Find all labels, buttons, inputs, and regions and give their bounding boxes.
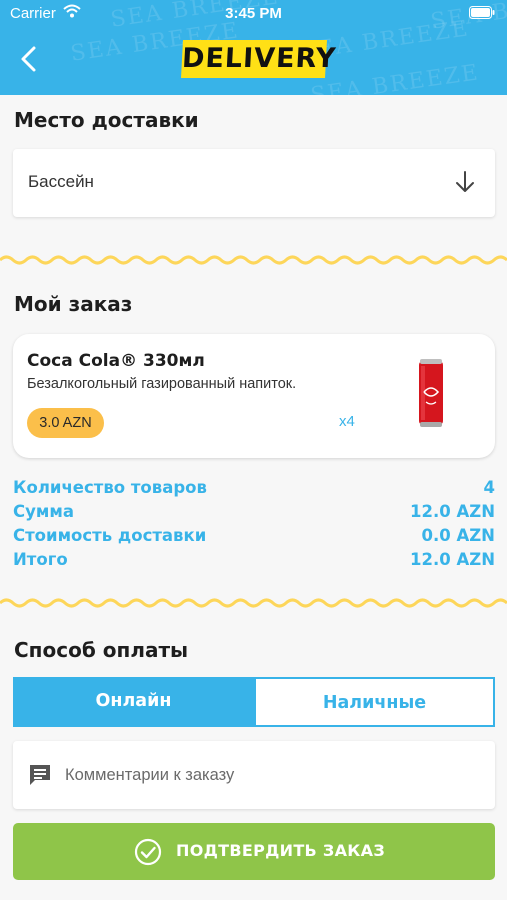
- arrow-down-icon: [456, 171, 474, 192]
- check-circle-icon: [134, 838, 162, 866]
- summary-value: 12.0 AZN: [410, 550, 495, 569]
- delivery-logo: DELIVERY: [181, 40, 337, 78]
- delivery-place-select[interactable]: Бассейн: [13, 149, 495, 217]
- confirm-order-button[interactable]: ПОДТВЕРДИТЬ ЗАКАЗ: [13, 823, 495, 880]
- product-name: Coca Cola® 330мл: [27, 351, 205, 371]
- quantity-label: x4: [339, 413, 355, 430]
- product-description: Безалкогольный газированный напиток.: [27, 376, 297, 392]
- summary-label: Итого: [13, 550, 68, 569]
- comment-field[interactable]: [13, 741, 495, 809]
- tab-online[interactable]: Онлайн: [13, 677, 254, 727]
- summary-value: 4: [483, 478, 495, 497]
- confirm-order-label: ПОДТВЕРДИТЬ ЗАКАЗ: [176, 841, 386, 860]
- delivery-place-title: Место доставки: [14, 108, 199, 132]
- summary-label: Сумма: [13, 502, 74, 521]
- comment-input[interactable]: [65, 758, 475, 792]
- summary-value: 0.0 AZN: [421, 526, 495, 545]
- tab-cash[interactable]: Наличные: [254, 677, 495, 727]
- battery-icon: [469, 6, 495, 19]
- delivery-place-value: Бассейн: [28, 172, 94, 191]
- wave-divider: [0, 255, 507, 265]
- order-item-card: Coca Cola® 330мл Безалкогольный газирова…: [13, 334, 495, 458]
- summary-label: Количество товаров: [13, 478, 207, 497]
- app-header: SEA BREEZE SEA BREEZE SEA BREEZE SEA BRE…: [0, 0, 507, 95]
- payment-tabs: Онлайн Наличные: [13, 677, 495, 727]
- price-badge: 3.0 AZN: [27, 408, 104, 438]
- clock: 3:45 PM: [225, 5, 282, 22]
- coca-cola-can-icon: [419, 359, 443, 427]
- summary-label: Стоимость доставки: [13, 526, 207, 545]
- status-bar: Carrier 3:45 PM: [0, 0, 507, 30]
- wave-divider: [0, 598, 507, 608]
- summary-value: 12.0 AZN: [410, 502, 495, 521]
- my-order-title: Мой заказ: [14, 292, 133, 316]
- payment-method-title: Способ оплаты: [14, 638, 189, 662]
- back-button[interactable]: [14, 44, 44, 74]
- comment-icon: [30, 765, 50, 785]
